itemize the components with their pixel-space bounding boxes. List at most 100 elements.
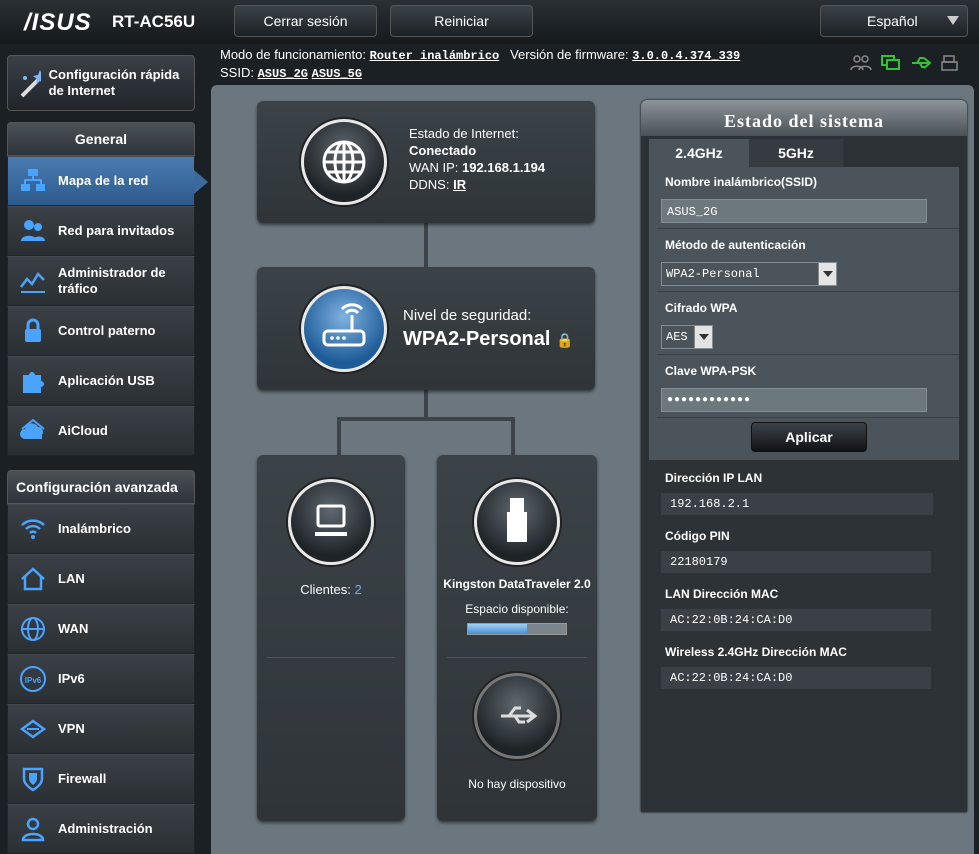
usb-status-icon[interactable] bbox=[910, 54, 932, 72]
ssid-link-2g[interactable]: ASUS_2G bbox=[258, 67, 308, 81]
lan-info: Dirección IP LAN 192.168.2.1 Código PIN 22… bbox=[649, 463, 959, 695]
magic-wand-icon bbox=[20, 70, 41, 98]
globe-icon[interactable] bbox=[301, 119, 387, 205]
admin-icon bbox=[8, 815, 58, 843]
sidebar-item-label: Administrador de tráfico bbox=[58, 265, 166, 296]
router-card[interactable]: Nivel de seguridad: WPA2-Personal 🔒 bbox=[257, 267, 595, 390]
sidebar-item-label: AiCloud bbox=[58, 423, 108, 438]
no-device-text: No hay dispositivo bbox=[468, 777, 566, 791]
auth-method-select[interactable]: WPA2-Personal bbox=[661, 262, 837, 286]
ddns-link[interactable]: IR bbox=[453, 177, 466, 192]
lan-ip-value: 192.168.2.1 bbox=[661, 493, 933, 515]
ssid-input[interactable]: ASUS_2G bbox=[661, 199, 927, 223]
wpa-psk-input[interactable]: ●●●●●●●●●●●● bbox=[661, 388, 927, 412]
puzzle-icon bbox=[8, 367, 58, 395]
svg-text:IPv6: IPv6 bbox=[25, 676, 42, 685]
tab-5ghz[interactable]: 5GHz bbox=[749, 139, 843, 167]
tab-2-4ghz[interactable]: 2.4GHz bbox=[649, 139, 749, 167]
logout-button[interactable]: Cerrar sesión bbox=[234, 5, 377, 37]
wan-ip-value: 192.168.1.194 bbox=[461, 160, 546, 175]
sidebar-item-label: Administración bbox=[58, 821, 153, 836]
network-map-icon bbox=[8, 167, 58, 195]
security-level-label: Nivel de seguridad: bbox=[403, 307, 532, 324]
lan-mac-value: AC:22:0B:24:CA:D0 bbox=[661, 609, 931, 631]
sidebar-item-lan[interactable]: LAN bbox=[7, 554, 195, 604]
pin-value: 22180179 bbox=[661, 551, 931, 573]
house-icon bbox=[8, 565, 58, 593]
firmware-label: Versión de firmware: bbox=[510, 47, 629, 62]
sidebar-item-inalámbrico[interactable]: Inalámbrico bbox=[7, 504, 195, 554]
traffic-icon bbox=[8, 267, 58, 295]
sidebar-item-aicloud[interactable]: AiCloud bbox=[7, 406, 195, 456]
auth-method-label: Método de autenticación bbox=[665, 238, 806, 252]
sidebar-item-label: Mapa de la red bbox=[58, 173, 149, 188]
sidebar-item-vpn[interactable]: VPN bbox=[7, 704, 195, 754]
reboot-button[interactable]: Reiniciar bbox=[390, 5, 533, 37]
wan-ip-label: WAN IP: bbox=[409, 160, 459, 175]
sidebar-item-label: LAN bbox=[58, 571, 85, 586]
sidebar-item-ipv6[interactable]: IPv6 IPv6 bbox=[7, 654, 195, 704]
wireless-mac-value: AC:22:0B:24:CA:D0 bbox=[661, 667, 931, 689]
chevron-down-icon bbox=[947, 16, 959, 25]
guests-icon bbox=[8, 217, 58, 245]
clients-card[interactable]: Clientes: 2 bbox=[257, 455, 405, 821]
ssid-label: SSID: bbox=[220, 65, 254, 80]
wpa-encryption-select[interactable]: AES bbox=[661, 325, 713, 349]
advanced-heading: Configuración avanzada bbox=[7, 470, 195, 504]
wireless-settings: Nombre inalámbrico(SSID) ASUS_2G Método … bbox=[649, 167, 959, 460]
language-label: Español bbox=[867, 13, 918, 29]
wpa-encryption-value: AES bbox=[666, 330, 688, 344]
sidebar-item-label: Inalámbrico bbox=[58, 521, 131, 536]
sidebar-item-administrador-de-tráfico[interactable]: Administrador de tráfico bbox=[7, 256, 195, 306]
internet-status-label: Estado de Internet: bbox=[409, 126, 519, 141]
wireless-mac-label: Wireless 2.4GHz Dirección MAC bbox=[665, 645, 847, 659]
ddns-label: DDNS: bbox=[409, 177, 450, 192]
router-icon[interactable] bbox=[301, 286, 387, 372]
clients-status-icon[interactable] bbox=[850, 54, 872, 72]
mode-link[interactable]: Router inalámbrico bbox=[370, 49, 500, 63]
general-heading: General bbox=[7, 122, 195, 156]
auth-method-value: WPA2-Personal bbox=[666, 267, 760, 281]
sidebar-item-label: Firewall bbox=[58, 771, 107, 786]
computer-icon[interactable] bbox=[288, 479, 374, 565]
sidebar-item-control-paterno[interactable]: Control paterno bbox=[7, 306, 195, 356]
quick-setup-label: Configuración rápida de Internet bbox=[48, 67, 180, 98]
sidebar-item-firewall[interactable]: Firewall bbox=[7, 754, 195, 804]
sidebar-item-administración[interactable]: Administración bbox=[7, 804, 195, 854]
chevron-down-icon bbox=[694, 326, 712, 348]
sidebar-item-label: Red para invitados bbox=[58, 223, 175, 238]
usb-device-name: Kingston DataTraveler 2.0 bbox=[443, 577, 591, 591]
router-admin-page: /ISUS RT-AC56U Cerrar sesión Reiniciar E… bbox=[0, 0, 979, 854]
wpa-psk-label: Clave WPA-PSK bbox=[665, 364, 757, 378]
usb-card[interactable]: Kingston DataTraveler 2.0 Espacio dispon… bbox=[437, 455, 597, 821]
printer-status-icon[interactable] bbox=[940, 54, 960, 72]
quick-setup-button[interactable]: Configuración rápida de Internet bbox=[7, 55, 195, 111]
system-status-panel: Estado del sistema 2.4GHz 5GHz Nombre in… bbox=[641, 100, 967, 812]
clients-label: Clientes: bbox=[300, 582, 351, 597]
vpn-icon bbox=[8, 715, 58, 743]
chevron-down-icon bbox=[818, 263, 836, 285]
internet-card[interactable]: Estado de Internet: Conectado WAN IP: 19… bbox=[257, 101, 595, 223]
sidebar-item-label: Control paterno bbox=[58, 323, 156, 338]
sidebar-item-wan[interactable]: WAN bbox=[7, 604, 195, 654]
sidebar-item-label: Aplicación USB bbox=[58, 373, 155, 388]
model-name: RT-AC56U bbox=[112, 12, 196, 31]
wifi-icon bbox=[8, 515, 58, 543]
usb-port-icon[interactable] bbox=[474, 673, 560, 759]
sidebar-item-red-para-invitados[interactable]: Red para invitados bbox=[7, 206, 195, 256]
firmware-link[interactable]: 3.0.0.4.374_339 bbox=[632, 49, 740, 63]
ipv6-icon: IPv6 bbox=[8, 665, 58, 693]
ssid-link-5g[interactable]: ASUS_5G bbox=[312, 67, 362, 81]
cloud-icon bbox=[8, 417, 58, 445]
usb-space-bar bbox=[467, 623, 567, 635]
monitor-status-icon[interactable] bbox=[880, 54, 902, 72]
sidebar-item-mapa-de-la-red[interactable]: Mapa de la red bbox=[7, 156, 208, 206]
status-icons bbox=[850, 54, 960, 72]
clients-count[interactable]: 2 bbox=[354, 582, 361, 597]
sidebar-item-label: VPN bbox=[58, 721, 85, 736]
language-select[interactable]: Español bbox=[820, 5, 968, 37]
apply-button[interactable]: Aplicar bbox=[751, 422, 867, 452]
usb-drive-icon[interactable] bbox=[474, 479, 560, 565]
sidebar-item-aplicación-usb[interactable]: Aplicación USB bbox=[7, 356, 195, 406]
sidebar-general: General Mapa de la red Red para invitados… bbox=[7, 122, 208, 456]
